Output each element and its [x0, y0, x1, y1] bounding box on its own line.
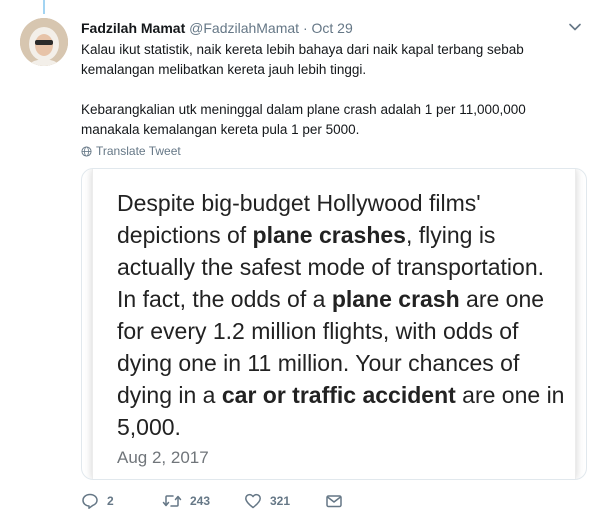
globe-icon — [81, 145, 92, 157]
reply-button[interactable]: 2 — [81, 490, 114, 512]
envelope-icon — [326, 495, 342, 508]
tweet-container: Fadzilah Mamat @FadzilahMamat · Oct 29 K… — [0, 0, 606, 526]
tweet-paragraph: Kalau ikut statistik, naik kereta lebih … — [81, 42, 524, 77]
direct-message-button[interactable] — [325, 490, 343, 512]
quote-segment-bold: car or traffic accident — [221, 382, 456, 408]
tweet-text: Kalau ikut statistik, naik kereta lebih … — [81, 40, 581, 160]
heart-icon — [245, 493, 261, 509]
tweet-time[interactable]: Oct 29 — [312, 20, 353, 36]
chevron-down-icon[interactable] — [568, 20, 582, 34]
reply-icon — [82, 493, 98, 509]
tweet-actions: 2 243 321 — [81, 490, 581, 512]
quote-segment-bold: plane crashes — [252, 222, 406, 248]
avatar[interactable] — [20, 18, 68, 66]
quote-segment-bold: plane crash — [331, 286, 460, 312]
quote-text: Despite big-budget Hollywood films' depi… — [117, 187, 567, 443]
separator-dot: · — [302, 20, 308, 36]
avatar-image — [20, 18, 68, 66]
tweet-header: Fadzilah Mamat @FadzilahMamat · Oct 29 — [81, 18, 586, 38]
quote-image: Despite big-budget Hollywood films' depi… — [92, 169, 576, 479]
reply-count: 2 — [107, 494, 114, 508]
like-count: 321 — [270, 494, 291, 508]
media-card[interactable]: Despite big-budget Hollywood films' depi… — [81, 168, 587, 480]
translate-label: Translate Tweet — [96, 144, 181, 158]
thread-connector-line — [43, 0, 45, 14]
retweet-count: 243 — [190, 494, 211, 508]
like-button[interactable]: 321 — [244, 490, 290, 512]
user-handle[interactable]: @FadzilahMamat — [189, 20, 299, 36]
retweet-button[interactable]: 243 — [162, 490, 210, 512]
display-name[interactable]: Fadzilah Mamat — [81, 20, 185, 36]
tweet-paragraph: Kebarangkalian utk meninggal dalam plane… — [81, 102, 526, 137]
quote-date: Aug 2, 2017 — [117, 448, 209, 467]
translate-tweet-link[interactable]: Translate Tweet — [81, 143, 181, 159]
retweet-icon — [162, 495, 182, 507]
